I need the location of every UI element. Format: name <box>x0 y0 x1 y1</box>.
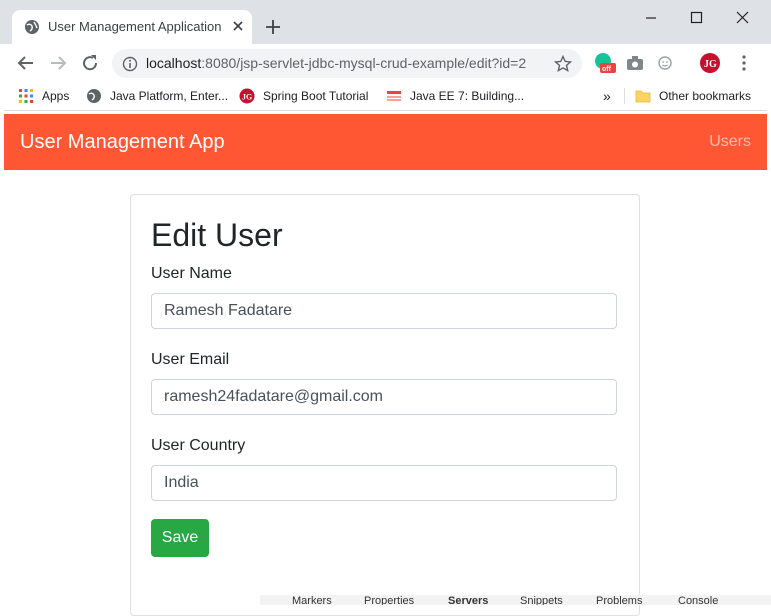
user-name-label: User Name <box>151 265 232 282</box>
apps-grid-icon <box>19 89 33 103</box>
user-country-input[interactable] <box>151 465 617 501</box>
smiley-icon[interactable] <box>654 52 676 74</box>
forward-icon[interactable] <box>48 53 68 73</box>
more-bookmarks-chevron[interactable]: » <box>603 87 611 105</box>
folder-icon <box>635 90 651 103</box>
jg-logo-icon: JG <box>239 88 255 104</box>
close-window-icon[interactable] <box>722 6 762 30</box>
background-ide-tabs: Markers Properties Servers Snippets Prob… <box>260 595 771 605</box>
globe-icon <box>87 89 101 103</box>
ide-tab-properties[interactable]: Properties <box>364 595 414 605</box>
close-tab-icon[interactable] <box>230 18 246 34</box>
bookmark-java-ee[interactable]: Java EE 7: Building... <box>386 87 524 105</box>
form-title: Edit User <box>151 217 283 253</box>
ide-tab-markers[interactable]: Markers <box>292 595 332 605</box>
app-brand[interactable]: User Management App <box>20 131 225 154</box>
menu-kebab-icon[interactable] <box>733 52 755 74</box>
page-content: Edit User User Name User Email User Coun… <box>4 170 767 616</box>
bookmark-label: Java Platform, Enter... <box>110 89 229 103</box>
svg-text:JG: JG <box>704 59 717 70</box>
bookmark-other[interactable]: Other bookmarks <box>635 87 751 105</box>
tab-title: User Management Application <box>48 19 222 34</box>
bookmark-spring-boot[interactable]: JG Spring Boot Tutorial <box>239 87 368 105</box>
ide-tab-problems[interactable]: Problems <box>596 595 642 605</box>
maximize-icon[interactable] <box>676 6 716 30</box>
ide-tab-console[interactable]: Console <box>678 595 718 605</box>
url-text[interactable]: localhost:8080/jsp-servlet-jdbc-mysql-cr… <box>146 55 526 71</box>
ide-tab-snippets[interactable]: Snippets <box>520 595 563 605</box>
oracle-icon <box>387 91 401 101</box>
bookmark-label: Apps <box>42 89 70 103</box>
bookmark-java-platform[interactable]: Java Platform, Enter... <box>86 87 228 105</box>
reload-icon[interactable] <box>80 53 100 73</box>
user-email-input[interactable] <box>151 379 617 415</box>
bookmark-apps[interactable]: Apps <box>18 87 69 105</box>
bookmark-divider <box>624 88 625 104</box>
camera-icon[interactable] <box>624 52 646 74</box>
bookmarks-bar: Apps Java Platform, Enter... JG Spring B… <box>0 82 771 111</box>
bookmark-label: Spring Boot Tutorial <box>263 89 369 103</box>
edit-user-card: Edit User User Name User Email User Coun… <box>130 194 640 616</box>
url-host: localhost <box>146 55 202 71</box>
new-tab-icon[interactable] <box>264 18 282 36</box>
ide-tab-servers[interactable]: Servers <box>448 595 488 605</box>
back-icon[interactable] <box>16 53 36 73</box>
svg-text:off: off <box>602 66 612 73</box>
user-country-label: User Country <box>151 437 246 454</box>
window-right-edge <box>767 110 771 605</box>
info-icon[interactable] <box>122 56 138 72</box>
browser-toolbar: localhost:8080/jsp-servlet-jdbc-mysql-cr… <box>0 44 771 82</box>
address-bar[interactable]: localhost:8080/jsp-servlet-jdbc-mysql-cr… <box>112 49 582 78</box>
bookmark-label: Java EE 7: Building... <box>410 89 525 103</box>
grammarly-icon[interactable]: off <box>594 52 616 74</box>
user-email-label: User Email <box>151 351 230 368</box>
minimize-icon[interactable] <box>631 6 671 30</box>
user-name-input[interactable] <box>151 293 617 329</box>
users-nav-link[interactable]: Users <box>709 133 751 151</box>
globe-icon <box>25 20 39 34</box>
save-button[interactable]: Save <box>151 519 209 557</box>
bookmark-star-icon[interactable] <box>554 55 572 73</box>
browser-tab[interactable]: User Management Application <box>12 10 252 44</box>
bookmark-label: Other bookmarks <box>659 89 752 103</box>
app-navbar: User Management App Users <box>4 114 767 170</box>
url-path: :8080/jsp-servlet-jdbc-mysql-crud-exampl… <box>201 55 527 71</box>
tab-strip: User Management Application <box>0 0 771 44</box>
svg-text:JG: JG <box>242 93 252 102</box>
profile-avatar-icon[interactable]: JG <box>699 52 721 74</box>
